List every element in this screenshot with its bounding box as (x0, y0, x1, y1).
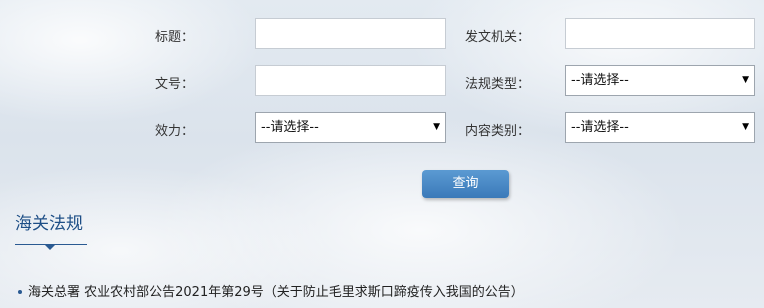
doc-no-input[interactable] (255, 65, 446, 96)
effect-select[interactable]: --请选择-- ▼ (255, 112, 446, 143)
list-item[interactable]: 海关总署 农业农村部公告2021年第29号（关于防止毛里求斯口蹄疫传入我国的公告… (18, 281, 524, 300)
reg-type-select[interactable]: --请选择-- ▼ (565, 65, 755, 96)
content-type-selected-value: --请选择-- (571, 120, 629, 135)
list-item-link[interactable]: 海关总署 农业农村部公告2021年第29号（关于防止毛里求斯口蹄疫传入我国的公告… (28, 285, 524, 300)
search-button[interactable]: 查询 (422, 170, 509, 198)
caret-down-icon (45, 245, 55, 250)
effect-selected-value: --请选择-- (261, 120, 319, 135)
section-title[interactable]: 海关法规 (15, 209, 83, 234)
dropdown-arrow-icon: ▼ (742, 75, 749, 85)
title-label: 标题： (155, 30, 195, 45)
reg-type-selected-value: --请选择-- (571, 73, 629, 88)
reg-type-label: 法规类型： (465, 77, 531, 92)
effect-label: 效力： (155, 124, 195, 139)
doc-no-label: 文号： (155, 77, 195, 92)
title-input[interactable] (255, 18, 446, 49)
bullet-icon (18, 289, 22, 294)
dropdown-arrow-icon: ▼ (742, 122, 749, 132)
issuer-label: 发文机关： (465, 30, 531, 45)
content-type-label: 内容类别： (465, 124, 531, 139)
issuer-input[interactable] (565, 18, 755, 49)
content-type-select[interactable]: --请选择-- ▼ (565, 112, 755, 143)
dropdown-arrow-icon: ▼ (433, 122, 440, 132)
